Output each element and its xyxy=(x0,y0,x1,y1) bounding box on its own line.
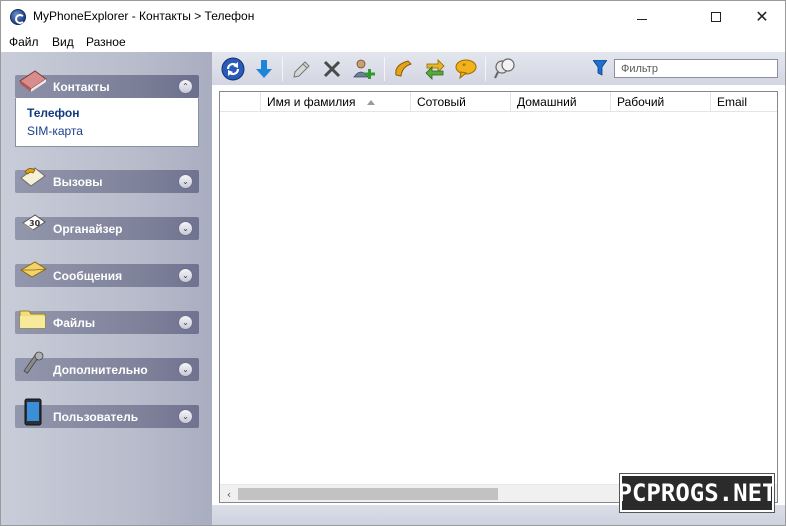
sidebar-group-label: Пользователь xyxy=(53,410,139,424)
extras-tools-icon xyxy=(23,351,44,374)
menu-file[interactable]: Файл xyxy=(9,35,39,49)
sidebar-group-label: Контакты xyxy=(53,80,110,94)
sidebar-group-organizer[interactable]: 30 Органайзер ⌄ xyxy=(15,214,199,240)
maximize-icon xyxy=(711,11,721,22)
sidebar-group-extras[interactable]: Дополнительно ⌄ xyxy=(15,351,199,381)
filter-input[interactable] xyxy=(614,59,778,78)
chevron-down-icon[interactable]: ⌄ xyxy=(178,221,193,236)
menu-bar: Файл Вид Разное xyxy=(1,32,785,52)
chevron-down-icon[interactable]: ⌄ xyxy=(178,174,193,189)
organizer-calendar-icon: 30 xyxy=(22,214,46,233)
toolbar-separator xyxy=(282,57,283,81)
svg-text:": " xyxy=(462,63,466,73)
column-label: Email xyxy=(717,95,748,109)
search-binoculars-icon xyxy=(494,58,515,79)
sidebar-group-calls[interactable]: Вызовы ⌄ xyxy=(15,167,199,193)
sidebar-group-messages[interactable]: Сообщения ⌄ xyxy=(15,261,199,287)
maximize-button[interactable] xyxy=(693,1,739,32)
add-contact-button[interactable] xyxy=(351,56,377,82)
filter-funnel-icon[interactable] xyxy=(593,60,607,76)
menu-misc[interactable]: Разное xyxy=(86,35,126,49)
contacts-book-icon xyxy=(19,70,47,92)
column-label: Рабочий xyxy=(617,95,665,109)
sync-arrows-icon xyxy=(425,59,445,80)
column-label: Сотовый xyxy=(417,95,466,109)
toolbar-separator xyxy=(384,57,385,81)
chevron-down-icon[interactable]: ⌄ xyxy=(178,315,193,330)
close-button[interactable]: ✕ xyxy=(739,1,785,32)
sidebar-item-sim[interactable]: SIM-карта xyxy=(27,124,83,138)
download-button[interactable] xyxy=(251,56,277,82)
refresh-icon xyxy=(221,57,245,81)
sidebar-group-user[interactable]: Пользователь ⌄ xyxy=(15,398,199,428)
search-button[interactable] xyxy=(492,56,518,82)
edit-pen-icon xyxy=(293,61,310,78)
window-title: MyPhoneExplorer - Контакты > Телефон xyxy=(33,9,255,23)
calls-icon xyxy=(20,167,46,187)
column-label: Домашний xyxy=(517,95,577,109)
toolbar-separator xyxy=(485,57,486,81)
menu-view[interactable]: Вид xyxy=(52,35,74,49)
column-header-home[interactable]: Домашний xyxy=(511,92,611,112)
chevron-up-icon[interactable]: ⌃ xyxy=(178,79,193,94)
messages-envelope-icon xyxy=(20,261,47,278)
column-label: Имя и фамилия xyxy=(267,95,356,109)
column-header-name[interactable]: Имя и фамилия xyxy=(261,92,411,112)
sidebar-group-label: Вызовы xyxy=(53,175,103,189)
user-phone-icon xyxy=(24,398,42,426)
column-header-email[interactable]: Email xyxy=(711,92,777,112)
download-arrow-icon xyxy=(256,60,272,78)
contacts-subitems: Телефон SIM-карта xyxy=(15,98,199,147)
scroll-left-icon[interactable]: ‹ xyxy=(222,487,236,501)
files-folder-icon xyxy=(19,310,46,329)
sidebar-group-label: Файлы xyxy=(53,316,96,330)
edit-button[interactable] xyxy=(289,56,315,82)
close-icon: ✕ xyxy=(755,6,769,26)
watermark-text: PCPROGS.NET xyxy=(617,479,777,507)
sidebar-group-contacts[interactable]: Контакты ⌃ xyxy=(15,70,199,98)
sidebar-group-label: Органайзер xyxy=(53,222,123,236)
call-button[interactable] xyxy=(391,56,417,82)
title-bar: MyPhoneExplorer - Контакты > Телефон ✕ xyxy=(1,1,785,32)
call-phone-icon xyxy=(395,60,412,77)
sidebar-group-label: Сообщения xyxy=(53,269,123,283)
chevron-down-icon[interactable]: ⌄ xyxy=(178,362,193,377)
toolbar: " xyxy=(212,52,785,85)
minimize-icon xyxy=(637,19,647,20)
table-header: Имя и фамилия Сотовый Домашний Рабочий E… xyxy=(220,92,777,112)
sidebar-group-files[interactable]: Файлы ⌄ xyxy=(15,310,199,334)
chevron-down-icon[interactable]: ⌄ xyxy=(178,409,193,424)
add-contact-icon xyxy=(353,59,375,79)
refresh-button[interactable] xyxy=(220,56,246,82)
contacts-table: Имя и фамилия Сотовый Домашний Рабочий E… xyxy=(219,91,778,503)
sort-ascending-icon xyxy=(367,100,375,105)
minimize-button[interactable] xyxy=(619,1,665,32)
svg-text:30: 30 xyxy=(29,219,41,228)
sync-button[interactable] xyxy=(422,56,448,82)
message-bubble-icon: " xyxy=(455,59,477,80)
app-window: MyPhoneExplorer - Контакты > Телефон ✕ Ф… xyxy=(0,0,786,526)
message-button[interactable]: " xyxy=(453,56,479,82)
watermark: PCPROGS.NET xyxy=(617,473,777,513)
delete-button[interactable] xyxy=(319,56,345,82)
column-header-blank[interactable] xyxy=(220,92,261,112)
sidebar-group-label: Дополнительно xyxy=(53,363,148,377)
chevron-down-icon[interactable]: ⌄ xyxy=(178,268,193,283)
delete-x-icon xyxy=(323,60,341,78)
column-header-work[interactable]: Рабочий xyxy=(611,92,711,112)
app-logo-icon xyxy=(10,9,26,25)
column-header-mobile[interactable]: Сотовый xyxy=(411,92,511,112)
scrollbar-thumb[interactable] xyxy=(238,488,498,500)
sidebar-item-phone[interactable]: Телефон xyxy=(27,106,79,120)
